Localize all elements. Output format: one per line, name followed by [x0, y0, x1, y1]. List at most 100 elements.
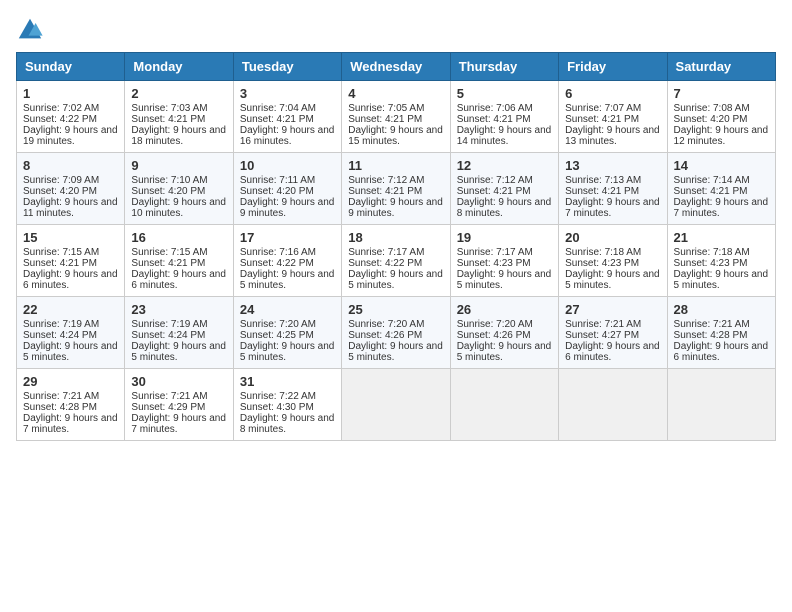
sunrise: Sunrise: 7:07 AM [565, 103, 641, 114]
day-number: 21 [674, 230, 769, 245]
page-header [16, 16, 776, 44]
sunrise: Sunrise: 7:05 AM [348, 103, 424, 114]
sunset: Sunset: 4:20 PM [131, 186, 205, 197]
sunset: Sunset: 4:29 PM [131, 402, 205, 413]
day-number: 19 [457, 230, 552, 245]
day-number: 22 [23, 302, 118, 317]
sunset: Sunset: 4:21 PM [674, 186, 748, 197]
daylight: Daylight: 9 hours and 5 minutes. [457, 341, 552, 363]
calendar-cell: 30Sunrise: 7:21 AMSunset: 4:29 PMDayligh… [125, 369, 233, 441]
daylight: Daylight: 9 hours and 10 minutes. [131, 197, 226, 219]
sunrise: Sunrise: 7:22 AM [240, 391, 316, 402]
calendar-cell: 17Sunrise: 7:16 AMSunset: 4:22 PMDayligh… [233, 225, 341, 297]
daylight: Daylight: 9 hours and 5 minutes. [348, 341, 443, 363]
calendar-cell: 9 Sunrise: 7:10 AMSunset: 4:20 PMDaylight… [125, 153, 233, 225]
daylight: Daylight: 9 hours and 11 minutes. [23, 197, 118, 219]
daylight: Daylight: 9 hours and 5 minutes. [565, 269, 660, 291]
daylight: Daylight: 9 hours and 15 minutes. [348, 125, 443, 147]
calendar-week-row: 8Sunrise: 7:09 AMSunset: 4:20 PMDaylight… [17, 153, 776, 225]
daylight: Daylight: 9 hours and 12 minutes. [674, 125, 769, 147]
calendar-cell: 19Sunrise: 7:17 AMSunset: 4:23 PMDayligh… [450, 225, 558, 297]
sunset: Sunset: 4:22 PM [23, 114, 97, 125]
sunrise: Sunrise: 7:17 AM [348, 247, 424, 258]
daylight: Daylight: 9 hours and 7 minutes. [674, 197, 769, 219]
day-number: 5 [457, 86, 552, 101]
calendar-cell: 18Sunrise: 7:17 AMSunset: 4:22 PMDayligh… [342, 225, 450, 297]
sunrise: Sunrise: 7:15 AM [131, 247, 207, 258]
calendar-cell: 24Sunrise: 7:20 AMSunset: 4:25 PMDayligh… [233, 297, 341, 369]
day-number: 9 [131, 158, 226, 173]
sunset: Sunset: 4:28 PM [23, 402, 97, 413]
daylight: Daylight: 9 hours and 5 minutes. [240, 341, 335, 363]
header-thursday: Thursday [450, 53, 558, 81]
daylight: Daylight: 9 hours and 7 minutes. [23, 413, 118, 435]
sunrise: Sunrise: 7:19 AM [131, 319, 207, 330]
day-number: 13 [565, 158, 660, 173]
calendar-cell: 29Sunrise: 7:21 AMSunset: 4:28 PMDayligh… [17, 369, 125, 441]
calendar-cell [559, 369, 667, 441]
daylight: Daylight: 9 hours and 5 minutes. [23, 341, 118, 363]
calendar-week-row: 22Sunrise: 7:19 AMSunset: 4:24 PMDayligh… [17, 297, 776, 369]
sunrise: Sunrise: 7:21 AM [565, 319, 641, 330]
sunrise: Sunrise: 7:02 AM [23, 103, 99, 114]
sunset: Sunset: 4:23 PM [457, 258, 531, 269]
day-number: 8 [23, 158, 118, 173]
calendar-cell: 7Sunrise: 7:08 AMSunset: 4:20 PMDaylight… [667, 81, 775, 153]
header-monday: Monday [125, 53, 233, 81]
calendar-cell: 13Sunrise: 7:13 AMSunset: 4:21 PMDayligh… [559, 153, 667, 225]
calendar-week-row: 1 Sunrise: 7:02 AMSunset: 4:22 PM Daylight… [17, 81, 776, 153]
calendar-cell: 2Sunrise: 7:03 AMSunset: 4:21 PMDaylight… [125, 81, 233, 153]
day-number: 20 [565, 230, 660, 245]
calendar-week-row: 29Sunrise: 7:21 AMSunset: 4:28 PMDayligh… [17, 369, 776, 441]
calendar-cell: 12Sunrise: 7:12 AMSunset: 4:21 PMDayligh… [450, 153, 558, 225]
sunset: Sunset: 4:30 PM [240, 402, 314, 413]
daylight: Daylight: 9 hours and 5 minutes. [457, 269, 552, 291]
daylight: Daylight: 9 hours and 5 minutes. [240, 269, 335, 291]
sunset: Sunset: 4:23 PM [565, 258, 639, 269]
day-number: 31 [240, 374, 335, 389]
sunset: Sunset: 4:21 PM [23, 258, 97, 269]
calendar-week-row: 15Sunrise: 7:15 AMSunset: 4:21 PMDayligh… [17, 225, 776, 297]
day-number: 30 [131, 374, 226, 389]
calendar-cell: 10Sunrise: 7:11 AMSunset: 4:20 PMDayligh… [233, 153, 341, 225]
sunrise: Sunrise: 7:08 AM [674, 103, 750, 114]
sunrise: Sunrise: 7:20 AM [348, 319, 424, 330]
calendar-cell: 4Sunrise: 7:05 AMSunset: 4:21 PMDaylight… [342, 81, 450, 153]
calendar-cell: 28Sunrise: 7:21 AMSunset: 4:28 PMDayligh… [667, 297, 775, 369]
daylight: Daylight: 9 hours and 5 minutes. [674, 269, 769, 291]
daylight: Daylight: 9 hours and 5 minutes. [348, 269, 443, 291]
day-number: 1 [23, 86, 118, 101]
day-number: 17 [240, 230, 335, 245]
calendar-cell: 14Sunrise: 7:14 AMSunset: 4:21 PMDayligh… [667, 153, 775, 225]
day-number: 11 [348, 158, 443, 173]
sunrise: Sunrise: 7:19 AM [23, 319, 99, 330]
header-friday: Friday [559, 53, 667, 81]
sunset: Sunset: 4:25 PM [240, 330, 314, 341]
sunset: Sunset: 4:21 PM [457, 186, 531, 197]
day-number: 28 [674, 302, 769, 317]
sunrise: Sunrise: 7:18 AM [565, 247, 641, 258]
calendar-cell: 15Sunrise: 7:15 AMSunset: 4:21 PMDayligh… [17, 225, 125, 297]
sunset: Sunset: 4:21 PM [131, 258, 205, 269]
day-number: 25 [348, 302, 443, 317]
header-saturday: Saturday [667, 53, 775, 81]
calendar-cell: 22Sunrise: 7:19 AMSunset: 4:24 PMDayligh… [17, 297, 125, 369]
day-number: 15 [23, 230, 118, 245]
sunrise: Sunrise: 7:21 AM [674, 319, 750, 330]
calendar-cell: 11Sunrise: 7:12 AMSunset: 4:21 PMDayligh… [342, 153, 450, 225]
sunset: Sunset: 4:22 PM [348, 258, 422, 269]
sunrise: Sunrise: 7:03 AM [131, 103, 207, 114]
day-number: 7 [674, 86, 769, 101]
calendar-cell: 23Sunrise: 7:19 AMSunset: 4:24 PMDayligh… [125, 297, 233, 369]
day-number: 26 [457, 302, 552, 317]
sunrise: Sunrise: 7:11 AM [240, 175, 315, 186]
header-tuesday: Tuesday [233, 53, 341, 81]
sunrise: Sunrise: 7:06 AM [457, 103, 533, 114]
day-number: 3 [240, 86, 335, 101]
day-number: 23 [131, 302, 226, 317]
calendar-cell: 5Sunrise: 7:06 AMSunset: 4:21 PMDaylight… [450, 81, 558, 153]
sunset: Sunset: 4:20 PM [240, 186, 314, 197]
daylight: Daylight: 9 hours and 7 minutes. [131, 413, 226, 435]
sunrise: Sunrise: 7:10 AM [131, 175, 207, 186]
daylight: Daylight: 9 hours and 13 minutes. [565, 125, 660, 147]
